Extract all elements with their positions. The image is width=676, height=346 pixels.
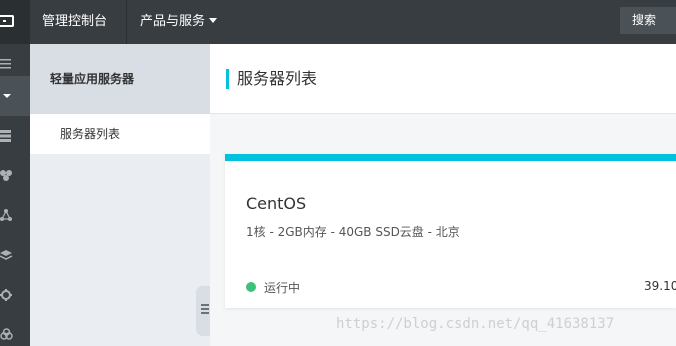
sidebar-item-settings[interactable] <box>0 276 30 316</box>
subnav-collapse-handle[interactable] <box>196 286 210 336</box>
sidebar-item-ecs[interactable] <box>0 116 30 156</box>
server-spec: 1核 - 2GB内存 - 40GB SSD云盘 - 北京 <box>246 225 460 239</box>
product-subnav: 轻量应用服务器 服务器列表 <box>30 44 210 346</box>
icon-sidebar <box>0 44 30 346</box>
chevron-down-icon <box>209 18 218 23</box>
layers-icon <box>0 250 13 260</box>
content-header: 服务器列表 <box>210 44 676 114</box>
sidebar-item-circles[interactable] <box>0 316 30 346</box>
network-icon <box>0 209 12 221</box>
page-title: 服务器列表 <box>237 69 318 88</box>
caret-down-icon <box>3 94 11 98</box>
status-badge: 运行中 <box>264 281 301 295</box>
sidebar-item-layers[interactable] <box>0 236 30 276</box>
server-card[interactable]: CentOS 1核 - 2GB内存 - 40GB SSD云盘 - 北京 运行中 … <box>225 154 676 308</box>
menu-icon <box>0 59 11 69</box>
server-stack-icon <box>0 130 11 142</box>
products-services-menu[interactable]: 产品与服务 <box>128 0 240 44</box>
status-running-icon <box>246 282 256 292</box>
cubes-icon <box>0 170 12 181</box>
server-os-name: CentOS <box>246 194 307 213</box>
circles-icon <box>0 328 13 340</box>
console-link[interactable]: 管理控制台 <box>30 0 127 44</box>
watermark-text: https://blog.csdn.net/qq_41638137 <box>336 316 615 332</box>
sidebar-product-switch[interactable] <box>0 76 30 116</box>
subnav-title: 轻量应用服务器 <box>30 44 210 114</box>
subnav-item-server-list[interactable]: 服务器列表 <box>30 114 210 154</box>
aliyun-logo[interactable] <box>0 0 30 44</box>
server-ip: 39.10 <box>644 279 676 293</box>
top-navigation-bar: 管理控制台 产品与服务 搜索 <box>0 0 676 44</box>
sidebar-item-network[interactable] <box>0 196 30 236</box>
gear-icon <box>0 289 12 301</box>
search-input[interactable]: 搜索 <box>620 7 676 34</box>
sidebar-item-cubes[interactable] <box>0 156 30 196</box>
products-label: 产品与服务 <box>140 14 206 29</box>
title-accent-bar <box>226 69 229 89</box>
logo-icon <box>0 15 14 27</box>
